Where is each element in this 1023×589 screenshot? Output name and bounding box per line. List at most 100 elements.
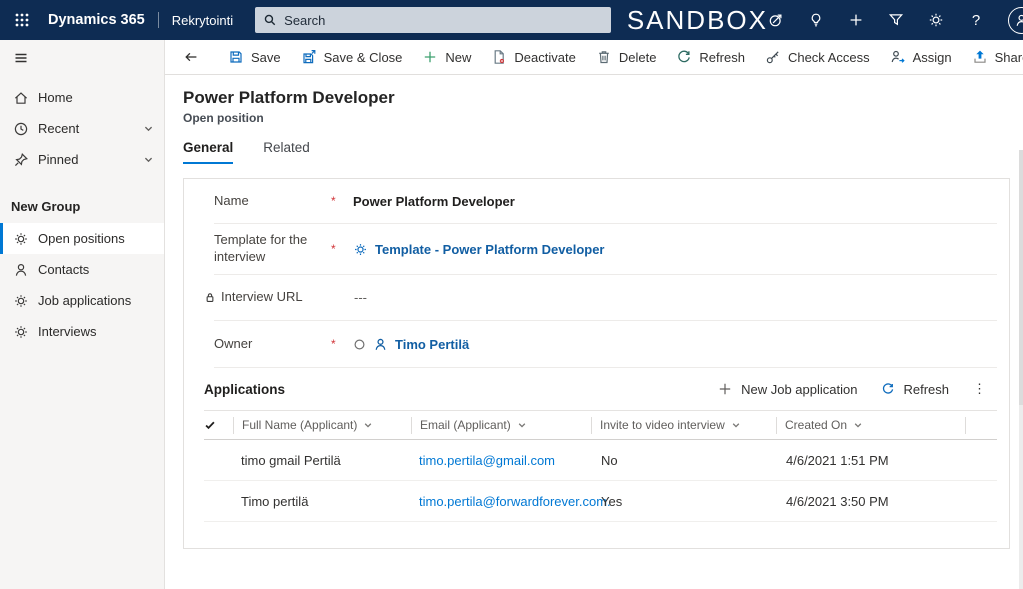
refresh-button[interactable]: Refresh: [667, 40, 754, 74]
person-icon: [373, 337, 388, 352]
sidebar-item-interviews[interactable]: Interviews: [0, 316, 164, 347]
cell-created-on: 4/6/2021 3:50 PM: [776, 494, 966, 509]
funnel-icon: [888, 12, 904, 28]
cell-email-link[interactable]: timo.pertila@forwardforever.com.: [419, 494, 611, 509]
sidebar-item-recent[interactable]: Recent: [0, 113, 164, 144]
help-button[interactable]: ?: [968, 12, 984, 29]
cell-invite: Yes: [591, 494, 776, 509]
tab-general[interactable]: General: [183, 140, 233, 164]
grid-column-headers: Full Name (Applicant) Email (Applicant) …: [184, 411, 1009, 439]
grid-row[interactable]: Timo pertilä timo.pertila@forwardforever…: [184, 481, 1009, 521]
new-job-application-button[interactable]: New Job application: [708, 374, 866, 404]
check-icon: [204, 419, 216, 431]
filter-button[interactable]: [888, 12, 904, 28]
save-close-icon: [301, 49, 317, 65]
person-icon: [13, 262, 29, 278]
new-button[interactable]: New: [413, 40, 480, 74]
form-card: Name * Power Platform Developer Template…: [183, 178, 1010, 549]
name-value[interactable]: Power Platform Developer: [353, 194, 515, 209]
gear-icon: [928, 12, 944, 28]
share-icon: [972, 49, 988, 65]
sidebar-item-home[interactable]: Home: [0, 82, 164, 113]
chevron-down-icon: [143, 154, 154, 165]
assign-button[interactable]: Assign: [881, 40, 961, 74]
subgrid-title: Applications: [204, 382, 285, 397]
subgrid-refresh-button[interactable]: Refresh: [872, 374, 958, 404]
home-icon: [13, 90, 29, 106]
plus-icon: [717, 381, 733, 397]
sidebar-group-label: New Group: [0, 175, 164, 223]
app-name[interactable]: Rekrytointi: [172, 13, 233, 28]
required-asterisk: *: [331, 242, 353, 256]
user-avatar[interactable]: [1008, 7, 1023, 34]
navbar-divider: [158, 12, 159, 28]
form-tabs: General Related: [165, 140, 1023, 164]
refresh-icon: [881, 382, 895, 396]
ideas-button[interactable]: [808, 12, 824, 28]
grid-row[interactable]: timo gmail Pertilä timo.pertila@gmail.co…: [184, 440, 1009, 480]
row-separator: [204, 521, 997, 522]
settings-button[interactable]: [928, 12, 944, 28]
field-row-interview-url: Interview URL ---: [184, 275, 1009, 320]
column-header-created-on[interactable]: Created On: [776, 417, 966, 434]
field-label: Interview URL: [221, 289, 334, 306]
sidebar-item-job-applications[interactable]: Job applications: [0, 285, 164, 316]
global-search[interactable]: [255, 7, 611, 33]
brand-dynamics365[interactable]: Dynamics 365: [48, 12, 145, 28]
lock-icon: [204, 291, 216, 304]
save-and-close-button[interactable]: Save & Close: [292, 40, 412, 74]
deactivate-button[interactable]: Deactivate: [482, 40, 584, 74]
entity-icon: [13, 324, 29, 340]
field-label: Name: [214, 193, 331, 210]
sitemap-toggle-button[interactable]: [0, 40, 164, 75]
owner-lookup-link[interactable]: Timo Pertilä: [395, 337, 469, 352]
share-button[interactable]: Share: [963, 40, 1023, 74]
field-row-template: Template for the interview * Template - …: [184, 224, 1009, 274]
chevron-down-icon: [731, 420, 741, 430]
main-content: Power Platform Developer Open position G…: [165, 75, 1023, 589]
plus-icon: [848, 12, 864, 28]
tab-related[interactable]: Related: [263, 140, 310, 164]
launch-button[interactable]: [768, 12, 784, 28]
status-circle-icon: [353, 338, 366, 351]
entity-icon: [13, 231, 29, 247]
column-header-full-name[interactable]: Full Name (Applicant): [233, 417, 411, 434]
search-input[interactable]: [284, 13, 603, 28]
sidebar-item-contacts[interactable]: Contacts: [0, 254, 164, 285]
subgrid-actions: New Job application Refresh ⋮: [708, 374, 995, 404]
entity-icon: [13, 293, 29, 309]
trash-icon: [596, 49, 612, 65]
refresh-icon: [676, 49, 692, 65]
circle-arrow-icon: [768, 12, 784, 28]
deactivate-icon: [491, 49, 507, 65]
sidebar-item-open-positions[interactable]: Open positions: [0, 223, 164, 254]
cell-invite: No: [591, 453, 776, 468]
column-header-email[interactable]: Email (Applicant): [411, 417, 591, 434]
interview-url-value: ---: [354, 290, 367, 305]
delete-button[interactable]: Delete: [587, 40, 666, 74]
chevron-down-icon: [517, 420, 527, 430]
required-asterisk: *: [331, 337, 353, 351]
select-all-checkbox[interactable]: [204, 419, 233, 431]
required-asterisk: *: [331, 194, 353, 208]
column-header-invite[interactable]: Invite to video interview: [591, 417, 776, 434]
top-navbar: Dynamics 365 Rekrytointi SANDBOX: [0, 0, 1023, 40]
app-launcher-icon[interactable]: [14, 12, 30, 28]
scrollbar-thumb[interactable]: [1019, 150, 1023, 405]
chevron-down-icon: [363, 420, 373, 430]
record-title: Power Platform Developer: [165, 75, 1023, 108]
command-bar: Save Save & Close New Deactivate Delete: [165, 40, 1023, 75]
check-access-button[interactable]: Check Access: [756, 40, 879, 74]
field-label: Owner: [214, 336, 331, 353]
subgrid-overflow-button[interactable]: ⋮: [964, 374, 995, 404]
quick-create-button[interactable]: [848, 12, 864, 28]
template-lookup-link[interactable]: Template - Power Platform Developer: [375, 242, 605, 257]
cell-email-link[interactable]: timo.pertila@gmail.com: [419, 453, 555, 468]
navbar-icon-group: ?: [768, 7, 1023, 34]
save-button[interactable]: Save: [219, 40, 290, 74]
cell-full-name: Timo pertilä: [233, 494, 411, 509]
chevron-down-icon: [853, 420, 863, 430]
cell-full-name: timo gmail Pertilä: [233, 453, 411, 468]
sidebar-item-pinned[interactable]: Pinned: [0, 144, 164, 175]
back-button[interactable]: [175, 40, 207, 74]
